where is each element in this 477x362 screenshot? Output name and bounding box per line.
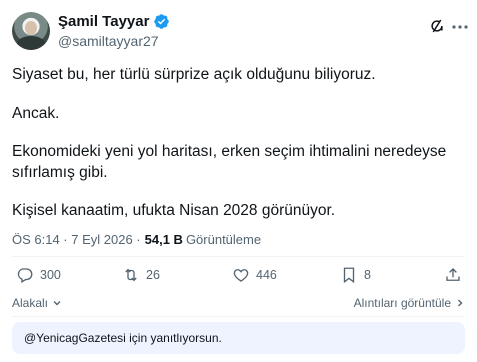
reply-icon — [17, 268, 33, 283]
bookmark-button[interactable]: 8 — [340, 266, 371, 284]
tweet-line: Siyaset bu, her türlü sürprize açık oldu… — [12, 66, 376, 83]
avatar[interactable] — [12, 12, 50, 50]
bookmark-count: 8 — [364, 268, 371, 282]
repost-button[interactable]: 26 — [122, 266, 160, 284]
more-icon[interactable] — [451, 24, 469, 30]
reply-button[interactable]: 300 — [16, 266, 61, 284]
view-count: 54,1 B — [144, 232, 183, 247]
avatar-shoulders — [16, 36, 46, 50]
chevron-down-icon — [53, 301, 61, 306]
reply-notice: @YenicagGazetesi için yanıtlıyorsun. — [12, 322, 465, 354]
sort-replies-button[interactable]: Alakalı — [12, 296, 62, 310]
like-button[interactable]: 446 — [232, 266, 277, 284]
tweet-line: Ancak. — [12, 105, 60, 122]
action-bar: 300 26 446 8 — [12, 266, 465, 290]
repost-count: 26 — [146, 268, 160, 282]
avatar-head — [25, 21, 37, 35]
repost-icon — [125, 268, 137, 282]
author-name[interactable]: Şamil Tayyar — [58, 13, 149, 30]
like-count: 446 — [256, 268, 277, 282]
sort-label: Alakalı — [12, 296, 49, 310]
reply-count: 300 — [40, 268, 61, 282]
tweet-line: Ekonomideki yeni yol haritası, erken seç… — [12, 143, 447, 181]
chevron-right-icon — [458, 299, 463, 307]
grok-icon[interactable] — [428, 17, 446, 35]
view-label: Görüntüleme — [185, 232, 262, 247]
tweet-line: Kişisel kanaatim, ufukta Nisan 2028 görü… — [12, 202, 336, 219]
verified-badge-icon — [154, 14, 170, 29]
author-handle[interactable]: @samiltayyar27 — [58, 33, 159, 49]
bookmark-icon — [343, 267, 355, 284]
timestamp[interactable]: ÖS 6:14 · 7 Eyl 2026 · — [12, 232, 141, 247]
divider — [12, 256, 465, 257]
share-button[interactable] — [444, 266, 462, 284]
share-icon — [446, 268, 460, 281]
divider — [12, 316, 465, 317]
author-name-row: Şamil Tayyar — [58, 13, 170, 30]
quotes-label: Alıntıları görüntüle — [353, 296, 451, 310]
reply-notice-text: @YenicagGazetesi için yanıtlıyorsun. — [24, 331, 222, 345]
view-quotes-link[interactable]: Alıntıları görüntüle — [354, 296, 465, 310]
tweet-meta: ÖS 6:14 · 7 Eyl 2026 · 54,1 B Görüntülem… — [12, 232, 261, 247]
like-icon — [233, 269, 249, 282]
